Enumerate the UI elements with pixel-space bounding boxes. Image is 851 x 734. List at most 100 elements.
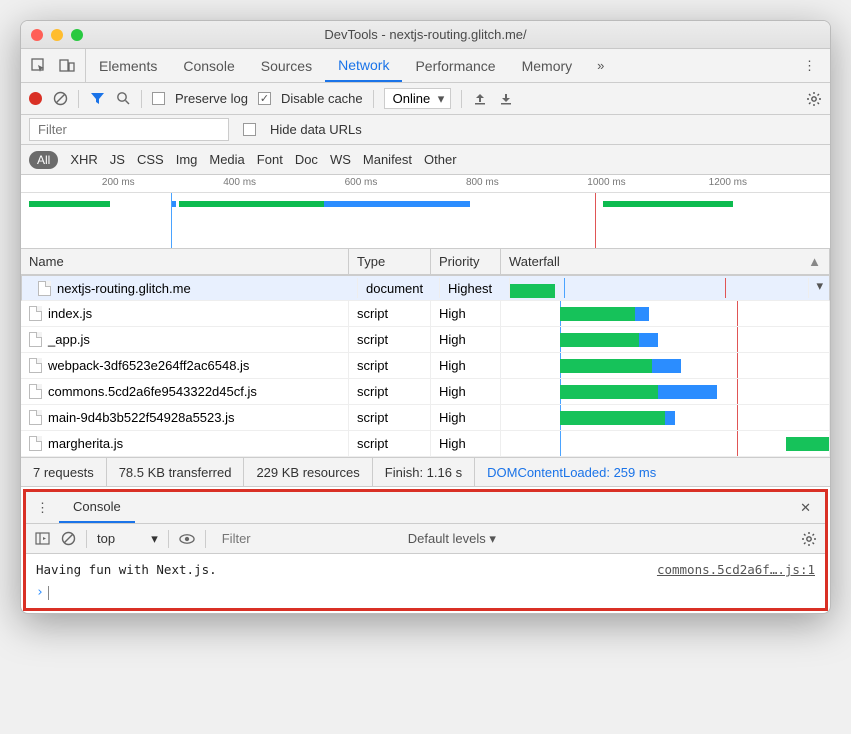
type-filter-all[interactable]: All [29, 151, 58, 169]
more-tabs-button[interactable]: » [585, 58, 616, 73]
type-filter-js[interactable]: JS [110, 152, 125, 167]
console-message: Having fun with Next.js. commons.5cd2a6f… [36, 560, 815, 579]
inspect-icon[interactable] [31, 58, 47, 74]
drawer-tab-console[interactable]: Console [59, 492, 135, 523]
type-filter-font[interactable]: Font [257, 152, 283, 167]
table-row[interactable]: margherita.js scriptHigh [21, 431, 830, 457]
close-window-button[interactable] [31, 29, 43, 41]
network-table-header: Name Type Priority Waterfall▲ [21, 249, 830, 275]
waterfall-cell [501, 327, 830, 352]
col-name[interactable]: Name [21, 249, 349, 274]
log-levels-select[interactable]: Default levels [408, 531, 496, 547]
type-filter-bar: All XHR JS CSS Img Media Font Doc WS Man… [21, 145, 830, 175]
clear-icon[interactable] [52, 91, 68, 107]
tab-elements[interactable]: Elements [86, 49, 170, 82]
request-priority: High [431, 379, 501, 404]
drawer-menu-button[interactable]: ⋮ [26, 500, 59, 516]
console-source-link[interactable]: commons.5cd2a6f….js:1 [657, 562, 815, 577]
table-row[interactable]: main-9d4b3b522f54928a5523.jsscriptHigh [21, 405, 830, 431]
settings-menu-button[interactable]: ⋮ [789, 58, 830, 74]
table-row[interactable]: nextjs-routing.glitch.medocumentHighest [21, 275, 830, 301]
type-filter-ws[interactable]: WS [330, 152, 351, 167]
table-row[interactable]: webpack-3df6523e264ff2ac6548.js scriptHig… [21, 353, 830, 379]
network-table-body: nextjs-routing.glitch.medocumentHighesti… [21, 275, 830, 457]
record-button[interactable] [29, 92, 42, 105]
table-row[interactable]: commons.5cd2a6fe9543322d45cf.jsscriptHig… [21, 379, 830, 405]
request-name: main-9d4b3b522f54928a5523.js [48, 410, 235, 425]
disable-cache-checkbox[interactable] [258, 92, 271, 105]
tab-console[interactable]: Console [170, 49, 247, 82]
summary-resources: 229 KB resources [244, 458, 372, 486]
col-priority[interactable]: Priority [431, 249, 501, 274]
search-icon[interactable] [115, 91, 131, 107]
waterfall-cell [501, 405, 830, 430]
upload-icon[interactable] [472, 91, 488, 107]
request-priority: High [431, 301, 501, 326]
file-icon [29, 358, 42, 373]
console-filter-input[interactable] [216, 531, 398, 546]
timeline-overview[interactable] [21, 193, 830, 249]
timeline-ruler: 200 ms 400 ms 600 ms 800 ms 1000 ms 1200… [21, 175, 830, 193]
titlebar: DevTools - nextjs-routing.glitch.me/ [21, 21, 830, 49]
console-toolbar: top ▾ Default levels [26, 524, 825, 554]
table-row[interactable]: index.jsscriptHigh [21, 301, 830, 327]
console-clear-icon[interactable] [60, 531, 76, 547]
preserve-log-label: Preserve log [175, 91, 248, 106]
request-name: nextjs-routing.glitch.me [57, 281, 191, 296]
file-icon [29, 332, 42, 347]
request-priority: High [431, 353, 501, 378]
summary-transferred: 78.5 KB transferred [107, 458, 245, 486]
device-mode-icon[interactable] [59, 58, 75, 74]
zoom-window-button[interactable] [71, 29, 83, 41]
console-sidebar-icon[interactable] [34, 531, 50, 547]
summary-finish: Finish: 1.16 s [373, 458, 475, 486]
file-icon [29, 306, 42, 321]
network-settings-icon[interactable] [806, 91, 822, 107]
summary-requests: 7 requests [21, 458, 107, 486]
drawer-close-button[interactable]: ✕ [786, 500, 825, 516]
waterfall-cell [501, 301, 830, 326]
type-filter-xhr[interactable]: XHR [70, 152, 97, 167]
devtools-window: DevTools - nextjs-routing.glitch.me/ Ele… [20, 20, 831, 614]
request-priority: High [431, 431, 501, 456]
window-title: DevTools - nextjs-routing.glitch.me/ [31, 27, 820, 42]
console-prompt[interactable]: › [26, 583, 825, 608]
type-filter-other[interactable]: Other [424, 152, 457, 167]
tab-sources[interactable]: Sources [248, 49, 325, 82]
request-name: index.js [48, 306, 92, 321]
tab-network[interactable]: Network [325, 49, 402, 82]
throttling-select[interactable]: Online [384, 88, 452, 109]
context-select[interactable]: top ▾ [97, 531, 158, 547]
file-icon [29, 384, 42, 399]
preserve-log-checkbox[interactable] [152, 92, 165, 105]
disable-cache-label: Disable cache [281, 91, 363, 106]
request-name: webpack-3df6523e264ff2ac6548.js [48, 358, 249, 373]
request-name: commons.5cd2a6fe9543322d45cf.js [48, 384, 257, 399]
request-type: script [349, 353, 431, 378]
console-settings-icon[interactable] [801, 531, 817, 547]
minimize-window-button[interactable] [51, 29, 63, 41]
tab-performance[interactable]: Performance [402, 49, 508, 82]
table-row[interactable]: _app.jsscriptHigh [21, 327, 830, 353]
type-filter-manifest[interactable]: Manifest [363, 152, 412, 167]
filter-icon[interactable] [89, 91, 105, 107]
filter-input[interactable] [29, 118, 229, 141]
col-waterfall[interactable]: Waterfall▲ [501, 249, 830, 274]
request-type: script [349, 327, 431, 352]
type-filter-css[interactable]: CSS [137, 152, 164, 167]
request-name: margherita.js [48, 436, 123, 451]
drawer-tabs: ⋮ Console ✕ [26, 492, 825, 524]
type-filter-doc[interactable]: Doc [295, 152, 318, 167]
request-priority: High [431, 327, 501, 352]
col-type[interactable]: Type [349, 249, 431, 274]
hide-data-urls-checkbox[interactable] [243, 123, 256, 136]
download-icon[interactable] [498, 91, 514, 107]
waterfall-cell [510, 278, 809, 298]
tab-memory[interactable]: Memory [509, 49, 586, 82]
file-icon [29, 410, 42, 425]
request-type: script [349, 431, 431, 456]
type-filter-img[interactable]: Img [176, 152, 198, 167]
type-filter-media[interactable]: Media [209, 152, 244, 167]
live-expression-icon[interactable] [179, 531, 195, 547]
console-output: Having fun with Next.js. commons.5cd2a6f… [26, 554, 825, 583]
